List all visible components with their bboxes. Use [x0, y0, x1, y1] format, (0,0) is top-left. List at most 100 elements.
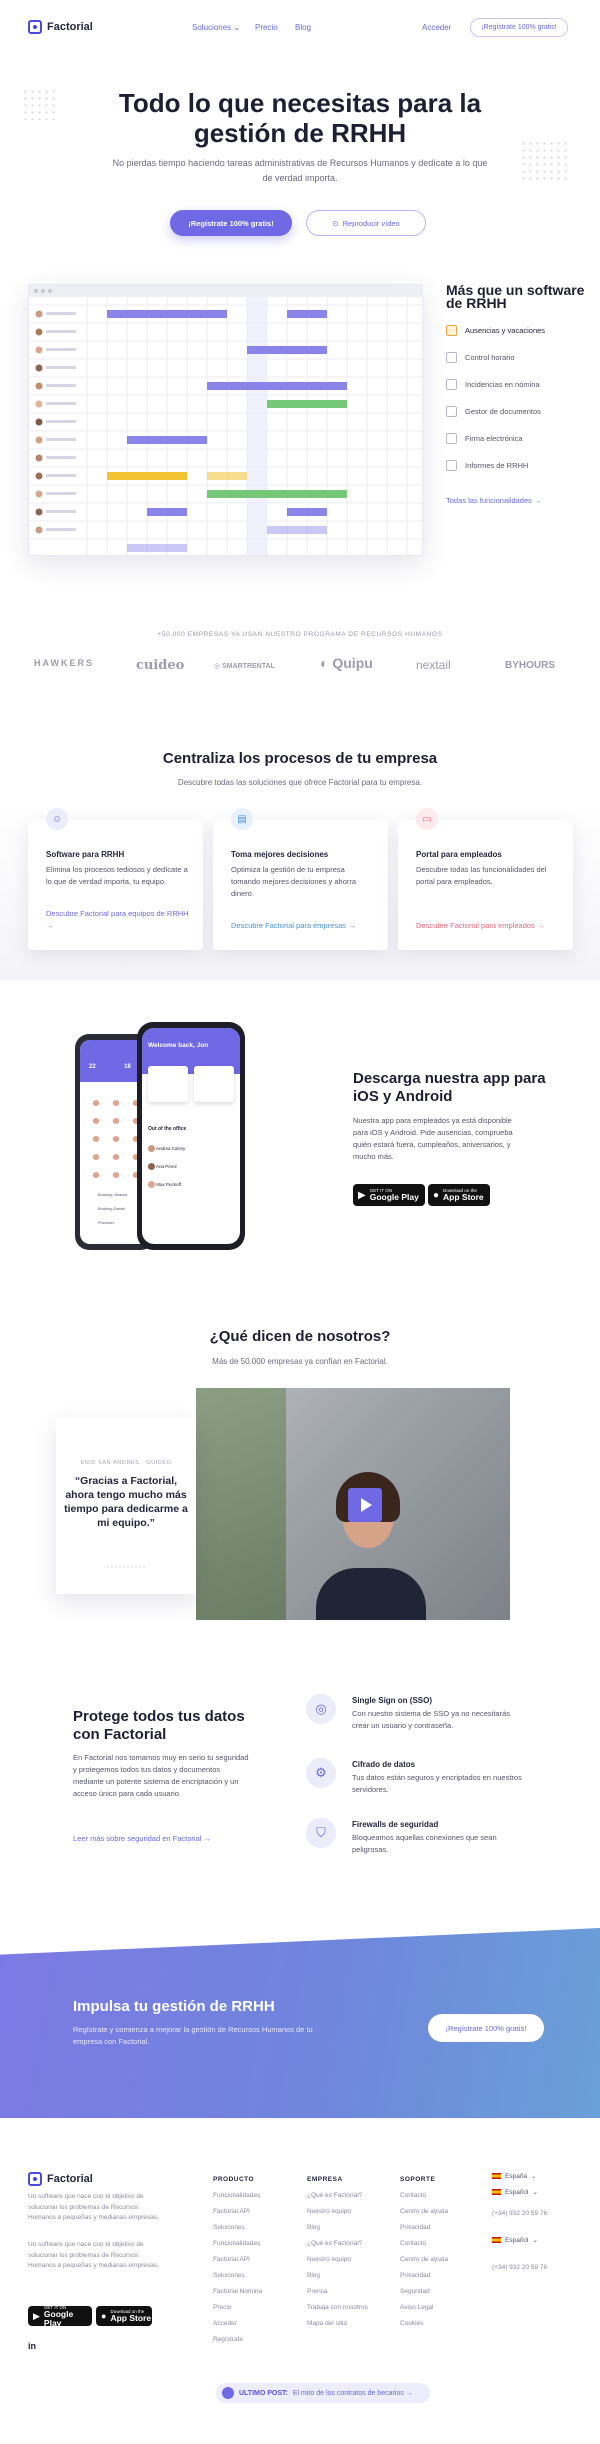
nav-precio[interactable]: Precio	[255, 23, 278, 32]
footer-link[interactable]: Privacidad	[400, 2272, 430, 2279]
chart-icon: ▤	[231, 808, 253, 830]
latest-post-title: El mito de los contratos de becarios →	[292, 2389, 413, 2397]
footer-link[interactable]: Soluciones	[213, 2224, 245, 2231]
nav-blog[interactable]: Blog	[295, 23, 311, 32]
play-icon[interactable]	[348, 1488, 382, 1522]
clients-caption: +50.000 EMPRESAS YA USAN NUESTRO PROGRAM…	[157, 631, 443, 638]
footer-link[interactable]: Centro de ayuda	[400, 2208, 448, 2215]
carousel-dots[interactable]	[106, 1566, 146, 1568]
language-selector[interactable]: Español ⌄	[492, 2188, 538, 2196]
footer-link[interactable]: Factorial API	[213, 2256, 250, 2263]
google-play-badge[interactable]: ▶ GET IT ON Google Play	[353, 1184, 425, 1206]
brand-smartrental: ◎ SMARTRENTAL	[214, 663, 275, 670]
footer-google-play-badge[interactable]: ▶ GET IT ON Google Play	[28, 2305, 92, 2327]
linkedin-icon[interactable]: in	[28, 2341, 36, 2351]
card-link[interactable]: Descubre Factorial para equipos de RRHH …	[46, 908, 196, 932]
feature-text: Con nuestro sistema de SSO ya no necesit…	[352, 1709, 510, 1730]
brand-hawkers: HAWKERS	[34, 658, 95, 668]
footer-link[interactable]: Privacidad	[400, 2224, 430, 2231]
footer-link[interactable]: Funcionalidades	[213, 2192, 260, 2199]
play-circle-icon: ⊙	[332, 218, 339, 228]
report-icon	[446, 460, 457, 471]
card-text: Optimiza la gestión de tu empresa tomand…	[231, 865, 357, 898]
centraliza-title: Centraliza los procesos de tu empresa	[162, 750, 438, 767]
footer-link[interactable]: Blog	[307, 2224, 320, 2231]
feature-incidencias[interactable]: Incidencias en nómina	[446, 379, 540, 390]
language-selector[interactable]: Español ⌄	[492, 2236, 538, 2244]
app-section-title: Descarga nuestra app para iOS y Android	[353, 1070, 546, 1105]
footer-phone[interactable]: (+34) 932 20 59 76	[492, 2210, 547, 2217]
signature-icon	[446, 433, 457, 444]
footer-logo[interactable]: Factorial	[28, 2172, 93, 2186]
cta-title: Impulsa tu gestión de RRHH	[73, 1998, 275, 2015]
feature-informes[interactable]: Informes de RRHH	[446, 460, 528, 471]
card-title: Portal para empleados	[416, 850, 502, 859]
testimonial-quote: “Gracias a Factorial, ahora tengo mucho …	[64, 1475, 188, 1529]
people-icon: ☺	[46, 808, 68, 830]
footer-link[interactable]: Funcionalidades	[213, 2240, 260, 2247]
footer-link[interactable]: Nuestro equipo	[307, 2208, 351, 2215]
decor-dots	[520, 140, 570, 180]
security-link[interactable]: Leer más sobre seguridad en Factorial →	[73, 1834, 211, 1843]
play-video-button[interactable]: ⊙ Reproducir vídeo	[306, 210, 426, 236]
play-video-label: Reproducir vídeo	[342, 218, 400, 228]
nav-soluciones[interactable]: Soluciones ⌄	[192, 23, 240, 32]
footer-link[interactable]: Acceder	[213, 2320, 237, 2327]
logo[interactable]: Factorial	[28, 20, 93, 34]
payroll-icon	[446, 379, 457, 390]
footer-link[interactable]: ¿Qué es Factorial?	[307, 2192, 362, 2199]
quipu-logo-icon: ◐	[320, 655, 333, 671]
footer-col-soporte: SOPORTE	[400, 2176, 436, 2183]
latest-post-link[interactable]: ULTIMO POST: El mito de los contratos de…	[216, 2383, 430, 2403]
feature-ausencias[interactable]: Ausencias y vacaciones	[446, 325, 545, 336]
cta-text: Regístrate y comienza a mejorar la gesti…	[73, 2025, 313, 2046]
testimonial-video[interactable]	[196, 1388, 510, 1620]
app-back-item: Producer	[98, 1220, 115, 1225]
footer-link[interactable]: Factorial Nomina	[213, 2288, 262, 2295]
footer-link[interactable]: Cookies	[400, 2320, 423, 2327]
chevron-down-icon: ⌄	[532, 2189, 538, 2196]
footer-link[interactable]: Regístrate	[213, 2336, 243, 2343]
footer-app-store-badge[interactable]: ● Download on the App Store	[96, 2306, 152, 2326]
nav-signup-button[interactable]: ¡Regístrate 100% gratis!	[470, 18, 568, 37]
nav-login[interactable]: Acceder	[422, 23, 451, 32]
footer-link[interactable]: Contacto	[400, 2192, 426, 2199]
footer-link[interactable]: Blog	[307, 2272, 320, 2279]
cta-signup-button[interactable]: ¡Regístrate 100% gratis!	[428, 2014, 544, 2042]
footer-link[interactable]: Mapa del sitio	[307, 2320, 347, 2327]
post-icon	[222, 2387, 234, 2399]
hero-signup-button[interactable]: ¡Regístrate 100% gratis!	[170, 210, 292, 236]
footer-link[interactable]: Factorial API	[213, 2208, 250, 2215]
brand-cuideo: cuideo	[136, 658, 185, 673]
all-features-link[interactable]: Todas las funcionalidades →	[446, 496, 541, 505]
card-link[interactable]: Descubre Factorial para empleados →	[416, 920, 566, 932]
footer-link[interactable]: Seguridad	[400, 2288, 430, 2295]
footer-link[interactable]: Aviso Legal	[400, 2304, 434, 2311]
feature-control-horario[interactable]: Control horario	[446, 352, 515, 363]
footer-link[interactable]: Centro de ayuda	[400, 2256, 448, 2263]
app-welcome: Welcome back, Jon	[148, 1042, 209, 1049]
card-link[interactable]: Descubre Factorial para empresas →	[231, 920, 381, 932]
hero-title: Todo lo que necesitas para la gestión de…	[118, 88, 482, 148]
testimonials-subtitle: Más de 50.000 empresas ya confían en Fac…	[212, 1357, 388, 1366]
footer-link[interactable]: Trabaja con nosotros	[307, 2304, 368, 2311]
country-selector[interactable]: España ⌄	[492, 2172, 537, 2180]
footer-link[interactable]: Contacto	[400, 2240, 426, 2247]
apple-icon: ●	[101, 2311, 107, 2321]
footer-link[interactable]: Nuestro equipo	[307, 2256, 351, 2263]
footer-link[interactable]: ¿Qué es Factorial?	[307, 2240, 362, 2247]
footer-link[interactable]: Prensa	[307, 2288, 328, 2295]
feature-firma[interactable]: Firma electrónica	[446, 433, 523, 444]
footer-description: Un software que nace con el objetivo de …	[28, 2241, 159, 2269]
latest-post-label: ULTIMO POST:	[239, 2389, 288, 2397]
footer-link[interactable]: Precio	[213, 2304, 231, 2311]
window-titlebar	[29, 285, 422, 297]
app-back-item: Booking Jessica	[98, 1192, 127, 1197]
footer-phone[interactable]: (+34) 932 20 59 76	[492, 2264, 547, 2271]
feature-text: Tus datos están seguros y encriptados en…	[352, 1773, 522, 1794]
folder-icon	[446, 406, 457, 417]
feature-documentos[interactable]: Gestor de documentos	[446, 406, 541, 417]
chevron-down-icon: ⌄	[532, 2237, 538, 2244]
footer-link[interactable]: Soluciones	[213, 2272, 245, 2279]
app-store-badge[interactable]: ● Download on the App Store	[428, 1184, 490, 1206]
